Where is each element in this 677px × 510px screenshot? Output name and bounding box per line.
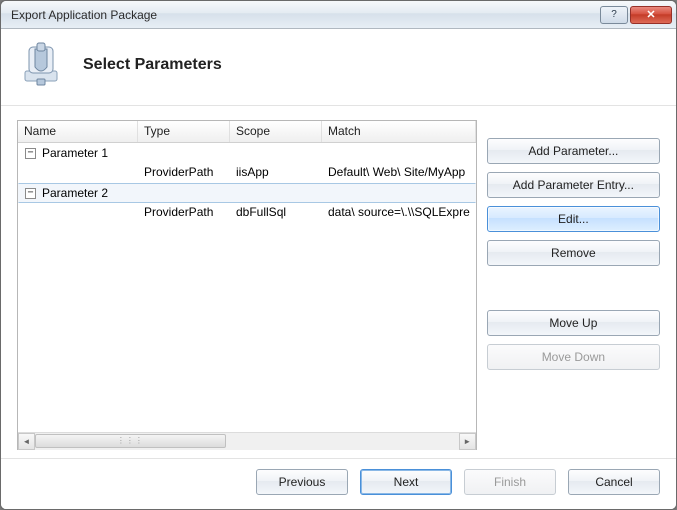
remove-button[interactable]: Remove — [487, 240, 660, 266]
move-down-button: Move Down — [487, 344, 660, 370]
wizard-header: Select Parameters — [1, 29, 676, 106]
package-icon — [17, 41, 65, 89]
detail-scope-cell: iisApp — [230, 163, 322, 183]
grid-header: Name Type Scope Match — [18, 121, 476, 143]
grid-body: − Parameter 1 ProviderPath iisApp Defaul… — [18, 143, 476, 432]
detail-name-cell — [18, 203, 138, 223]
table-row[interactable]: − Parameter 1 — [18, 143, 476, 163]
dialog-window: Export Application Package ? ✕ Select Pa… — [0, 0, 677, 510]
horizontal-scrollbar[interactable]: ◄ ⋮⋮⋮ ► — [18, 432, 476, 449]
detail-match-cell: data\ source=\.\\SQLExpre — [322, 203, 476, 223]
column-header-match[interactable]: Match — [322, 121, 476, 142]
collapse-icon[interactable]: − — [25, 148, 36, 159]
detail-match-cell: Default\ Web\ Site/MyApp — [322, 163, 476, 183]
collapse-icon[interactable]: − — [25, 188, 36, 199]
parameters-grid[interactable]: Name Type Scope Match − Parameter 1 Prov… — [17, 120, 477, 450]
close-button[interactable]: ✕ — [630, 6, 672, 24]
table-row[interactable]: ProviderPath iisApp Default\ Web\ Site/M… — [18, 163, 476, 183]
parameter-name: Parameter 1 — [42, 144, 108, 162]
move-up-button[interactable]: Move Up — [487, 310, 660, 336]
content-area: Name Type Scope Match − Parameter 1 Prov… — [1, 106, 676, 458]
scroll-track[interactable]: ⋮⋮⋮ — [35, 433, 459, 450]
edit-button[interactable]: Edit... — [487, 206, 660, 232]
next-button[interactable]: Next — [360, 469, 452, 495]
button-gap — [487, 274, 660, 302]
column-header-name[interactable]: Name — [18, 121, 138, 142]
finish-button: Finish — [464, 469, 556, 495]
table-row[interactable]: − Parameter 2 — [18, 183, 476, 203]
detail-type-cell: ProviderPath — [138, 203, 230, 223]
previous-button[interactable]: Previous — [256, 469, 348, 495]
detail-name-cell — [18, 163, 138, 183]
cancel-button[interactable]: Cancel — [568, 469, 660, 495]
column-header-type[interactable]: Type — [138, 121, 230, 142]
table-row[interactable]: ProviderPath dbFullSql data\ source=\.\\… — [18, 203, 476, 223]
help-button[interactable]: ? — [600, 6, 628, 24]
window-title: Export Application Package — [11, 8, 600, 22]
wizard-footer: Previous Next Finish Cancel — [1, 458, 676, 509]
detail-type-cell: ProviderPath — [138, 163, 230, 183]
detail-scope-cell: dbFullSql — [230, 203, 322, 223]
scroll-left-button[interactable]: ◄ — [18, 433, 35, 450]
scroll-thumb[interactable]: ⋮⋮⋮ — [35, 434, 226, 448]
add-parameter-button[interactable]: Add Parameter... — [487, 138, 660, 164]
titlebar[interactable]: Export Application Package ? ✕ — [1, 1, 676, 29]
parameter-name: Parameter 2 — [42, 184, 108, 202]
page-title: Select Parameters — [83, 56, 222, 74]
titlebar-buttons: ? ✕ — [600, 6, 672, 24]
scroll-right-button[interactable]: ► — [459, 433, 476, 450]
add-parameter-entry-button[interactable]: Add Parameter Entry... — [487, 172, 660, 198]
column-header-scope[interactable]: Scope — [230, 121, 322, 142]
side-button-panel: Add Parameter... Add Parameter Entry... … — [487, 120, 660, 450]
